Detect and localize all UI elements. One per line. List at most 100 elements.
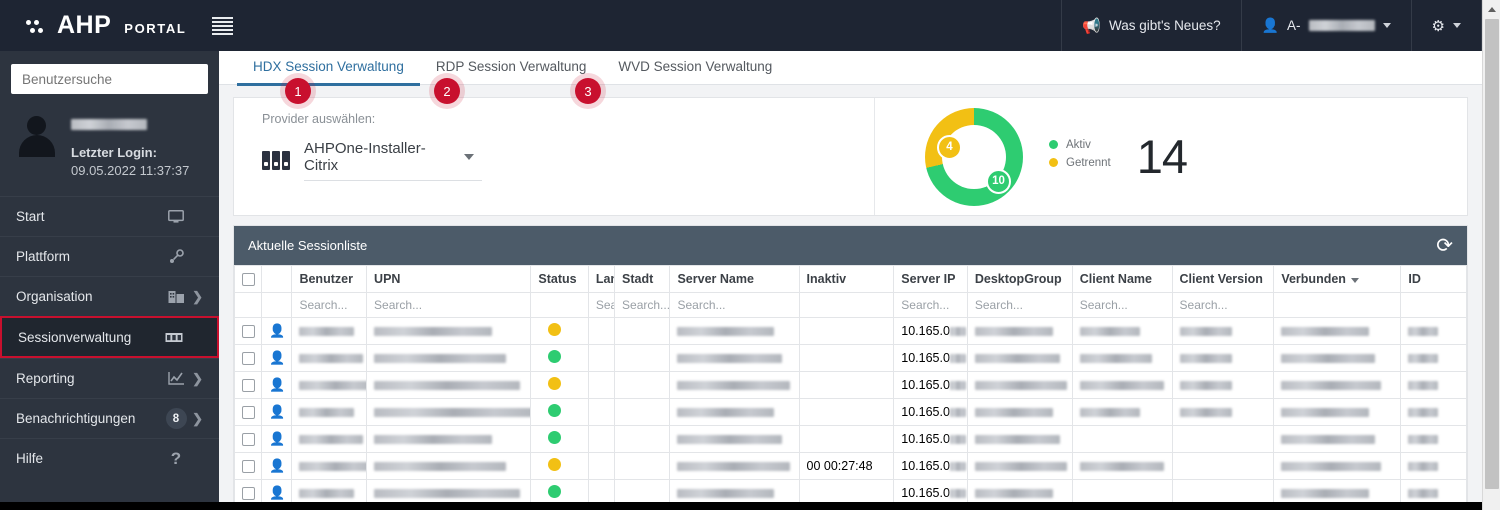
sidebar-item-reporting[interactable]: Reporting ❯ bbox=[0, 358, 219, 398]
brand-name: AHP bbox=[57, 11, 112, 39]
th-server-ip[interactable]: Server IP bbox=[893, 265, 968, 293]
checkbox-icon[interactable] bbox=[242, 325, 255, 339]
cell-status bbox=[530, 317, 589, 345]
sidebar-item-start[interactable]: Start bbox=[0, 196, 219, 236]
th-id[interactable]: ID bbox=[1400, 265, 1467, 293]
checkbox-icon[interactable] bbox=[242, 379, 255, 393]
hamburger-icon[interactable] bbox=[212, 16, 234, 35]
legend-item-aktiv: Aktiv bbox=[1049, 139, 1111, 151]
checkbox-icon[interactable] bbox=[242, 433, 255, 447]
cell-server-ip: 10.165.0 bbox=[893, 398, 968, 426]
th-desktopgroup[interactable]: DesktopGroup bbox=[966, 265, 1073, 293]
row-checkbox-cell[interactable] bbox=[233, 398, 263, 426]
bell-badge-icon: 8 bbox=[165, 408, 187, 429]
status-dot bbox=[548, 485, 562, 498]
scroll-up-button[interactable] bbox=[1483, 0, 1500, 18]
cell-status bbox=[530, 398, 589, 426]
th-benutzer[interactable]: Benutzer bbox=[291, 265, 368, 293]
th-status[interactable]: Status bbox=[530, 265, 589, 293]
table-row[interactable]: 👤 10.165.0 bbox=[233, 344, 1467, 372]
refresh-icon[interactable]: ⟳ bbox=[1436, 236, 1453, 256]
checkbox-icon[interactable] bbox=[242, 460, 255, 474]
search-cell-empty bbox=[1273, 292, 1402, 318]
row-checkbox-cell[interactable] bbox=[233, 344, 263, 372]
th-client-name[interactable]: Client Name bbox=[1071, 265, 1173, 293]
cell-client-version bbox=[1171, 344, 1275, 372]
brand-logo[interactable]: AHP PORTAL bbox=[26, 11, 186, 40]
status-dot bbox=[548, 431, 562, 444]
whats-new-button[interactable]: 📢 Was gibt's Neues? bbox=[1061, 0, 1240, 51]
th-upn[interactable]: UPN bbox=[366, 265, 532, 293]
checkbox-icon[interactable] bbox=[242, 487, 255, 501]
page-scrollbar[interactable] bbox=[1482, 0, 1500, 510]
checkbox-icon[interactable] bbox=[242, 406, 255, 420]
table-row[interactable]: 👤 00 00:27:48 10.165.0 bbox=[233, 452, 1467, 480]
table-row[interactable]: 👤 10.165.0 bbox=[233, 317, 1467, 345]
row-checkbox-cell[interactable] bbox=[233, 317, 263, 345]
user-menu[interactable]: 👤 A- bbox=[1240, 0, 1411, 51]
search-input-upn[interactable]: Search... bbox=[366, 292, 532, 318]
search-input-stadt[interactable]: Search... bbox=[614, 292, 671, 318]
select-all-cell[interactable] bbox=[233, 265, 263, 293]
server-racks-icon bbox=[262, 151, 290, 170]
tab-hdx-session-verwaltung[interactable]: HDX Session Verwaltung bbox=[237, 51, 420, 86]
search-input-desktopgroup[interactable]: Search... bbox=[966, 292, 1073, 318]
row-checkbox-cell[interactable] bbox=[233, 371, 263, 399]
row-person-icon-cell: 👤 bbox=[261, 371, 293, 399]
cell-client-name bbox=[1071, 344, 1173, 372]
provider-select[interactable]: AHPOne-Installer-Citrix bbox=[304, 140, 482, 181]
row-checkbox-cell[interactable] bbox=[233, 425, 263, 453]
th-server-name[interactable]: Server Name bbox=[669, 265, 800, 293]
donut-chart: 4 10 bbox=[925, 107, 1023, 206]
search-input-land[interactable]: Search... bbox=[587, 292, 616, 318]
cell-server-name bbox=[669, 371, 800, 399]
search-input-client-version[interactable]: Search... bbox=[1171, 292, 1275, 318]
provider-section: Provider auswählen: AHPOne-Installer-Cit… bbox=[234, 98, 874, 215]
th-inaktiv[interactable]: Inaktiv bbox=[798, 265, 895, 293]
sidebar-item-plattform[interactable]: Plattform bbox=[0, 236, 219, 276]
checkbox-icon[interactable] bbox=[242, 352, 255, 366]
th-verbunden[interactable]: Verbunden bbox=[1273, 265, 1402, 293]
legend-label-getrennt: Getrennt bbox=[1066, 156, 1111, 169]
scrollbar-thumb[interactable] bbox=[1485, 19, 1499, 489]
table-row[interactable]: 👤 10.165.0 bbox=[233, 371, 1467, 399]
chevron-down-icon bbox=[464, 154, 474, 160]
th-land[interactable]: Land bbox=[587, 265, 616, 293]
search-input-client-name[interactable]: Search... bbox=[1071, 292, 1173, 318]
cell-inaktiv bbox=[798, 317, 895, 345]
cell-id bbox=[1400, 344, 1467, 372]
table-row[interactable]: 👤 10.165.0 bbox=[233, 425, 1467, 453]
cell-server-name bbox=[669, 344, 800, 372]
search-input-benutzer[interactable]: Search... bbox=[291, 292, 368, 318]
legend-item-getrennt: Getrennt bbox=[1049, 157, 1111, 169]
settings-menu[interactable]: ⚙ bbox=[1410, 0, 1482, 51]
search-input-server-name[interactable]: Search... bbox=[669, 292, 800, 318]
checkbox-icon[interactable] bbox=[242, 273, 255, 287]
chevron-up-icon bbox=[1488, 6, 1496, 12]
sidebar-item-label: Hilfe bbox=[16, 451, 44, 466]
user-search-input[interactable] bbox=[11, 64, 208, 94]
sessions-icon bbox=[163, 327, 185, 347]
notification-count-badge: 8 bbox=[165, 408, 187, 429]
sidebar-item-organisation[interactable]: Organisation ❯ bbox=[0, 276, 219, 316]
cell-inaktiv bbox=[798, 425, 895, 453]
sidebar-item-hilfe[interactable]: Hilfe ? bbox=[0, 438, 219, 478]
sidebar: Letzter Login: 09.05.2022 11:37:37 Start… bbox=[0, 51, 219, 510]
chevron-right-icon: ❯ bbox=[192, 288, 203, 304]
th-client-version[interactable]: Client Version bbox=[1171, 265, 1275, 293]
cell-benutzer bbox=[291, 398, 368, 426]
cell-client-name bbox=[1071, 398, 1173, 426]
cell-land bbox=[587, 452, 616, 480]
session-list-header: Aktuelle Sessionliste ⟳ bbox=[234, 226, 1467, 265]
row-checkbox-cell[interactable] bbox=[233, 452, 263, 480]
sidebar-item-sessionverwaltung[interactable]: Sessionverwaltung bbox=[0, 316, 219, 358]
cell-client-name bbox=[1071, 452, 1173, 480]
th-stadt[interactable]: Stadt bbox=[614, 265, 671, 293]
tab-wvd-session-verwaltung[interactable]: WVD Session Verwaltung bbox=[602, 51, 788, 85]
legend-dot-aktiv bbox=[1049, 140, 1058, 149]
search-input-server-ip[interactable]: Search... bbox=[893, 292, 968, 318]
table-row[interactable]: 👤 10.165.0 bbox=[233, 398, 1467, 426]
cell-desktopgroup bbox=[966, 452, 1073, 480]
tab-label: HDX Session Verwaltung bbox=[253, 59, 404, 74]
sidebar-item-benachrichtigungen[interactable]: Benachrichtigungen 8 ❯ bbox=[0, 398, 219, 438]
